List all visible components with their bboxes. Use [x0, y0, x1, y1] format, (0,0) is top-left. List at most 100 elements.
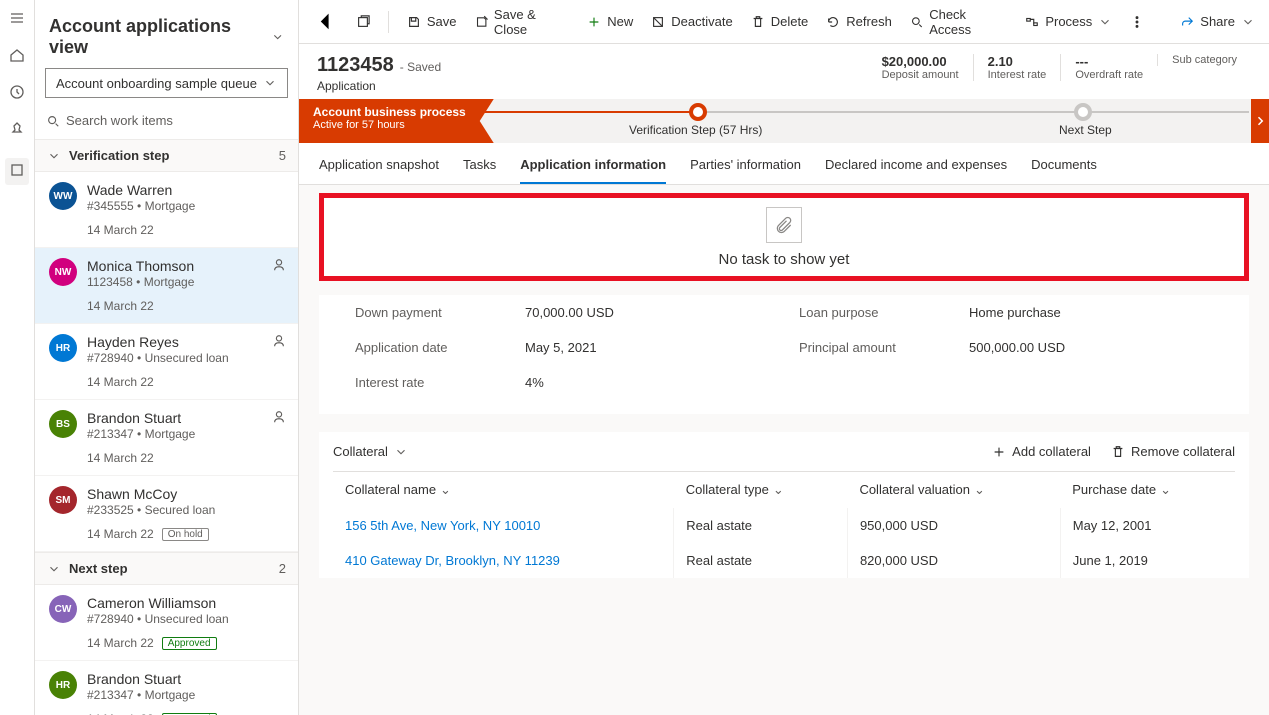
- search-placeholder: Search work items: [66, 113, 173, 128]
- work-item-date: 14 March 22: [87, 299, 154, 313]
- tab-income[interactable]: Declared income and expenses: [825, 153, 1007, 184]
- section-title[interactable]: Collateral: [333, 444, 408, 459]
- group-verification[interactable]: Verification step 5: [35, 139, 298, 172]
- refresh-button[interactable]: Refresh: [826, 14, 892, 29]
- work-item-date: 14 March 22: [87, 527, 154, 541]
- recent-icon[interactable]: [9, 84, 25, 103]
- bpf-badge[interactable]: Account business process Active for 57 h…: [299, 99, 494, 143]
- work-item-name: Cameron Williamson: [87, 595, 286, 611]
- avatar: HR: [49, 334, 77, 362]
- bpf-stage-next[interactable]: [1074, 103, 1092, 121]
- work-item-date: 14 March 22: [87, 375, 154, 389]
- work-item[interactable]: NW Monica Thomson 1123458 • Mortgage 14 …: [35, 248, 298, 324]
- chevron-down-icon: [271, 30, 284, 44]
- work-item[interactable]: CW Cameron Williamson #728940 • Unsecure…: [35, 585, 298, 661]
- assign-icon[interactable]: [272, 258, 286, 272]
- chevron-down-icon: [47, 149, 61, 163]
- back-button[interactable]: [313, 9, 338, 35]
- table-row[interactable]: 156 5th Ave, New York, NY 10010 Real ast…: [333, 508, 1235, 543]
- collateral-link[interactable]: 410 Gateway Dr, Brooklyn, NY 11239: [345, 553, 560, 568]
- home-icon[interactable]: [9, 47, 25, 66]
- cell: Real astate: [674, 543, 848, 578]
- work-queue-sidebar: Account applications view Account onboar…: [35, 0, 299, 715]
- work-item[interactable]: BS Brandon Stuart #213347 • Mortgage 14 …: [35, 400, 298, 476]
- work-item-meta: #233525 • Secured loan: [87, 503, 286, 517]
- delete-button[interactable]: Delete: [751, 14, 809, 29]
- avatar: WW: [49, 182, 77, 210]
- assign-icon[interactable]: [272, 410, 286, 424]
- work-item-meta: #728940 • Unsecured loan: [87, 612, 286, 626]
- work-item-meta: #345555 • Mortgage: [87, 199, 286, 213]
- col-header[interactable]: Purchase date⌄: [1060, 472, 1235, 509]
- work-item-date: 14 March 22: [87, 223, 154, 237]
- bpf-stage-label: Next Step: [1059, 123, 1112, 137]
- work-item-meta: #213347 • Mortgage: [87, 688, 286, 702]
- assign-icon[interactable]: [272, 334, 286, 348]
- field-value[interactable]: May 5, 2021: [525, 340, 769, 355]
- paperclip-icon: [766, 207, 802, 243]
- remove-collateral-button[interactable]: Remove collateral: [1111, 444, 1235, 459]
- field-value[interactable]: Home purchase: [969, 305, 1213, 320]
- kpi-bar: $20,000.00Deposit amount 2.10Interest ra…: [868, 54, 1251, 81]
- pin-icon[interactable]: [9, 121, 25, 140]
- work-item[interactable]: HR Hayden Reyes #728940 • Unsecured loan…: [35, 324, 298, 400]
- command-bar: Save Save & Close New Deactivate Delete …: [299, 0, 1269, 44]
- work-item[interactable]: HR Brandon Stuart #213347 • Mortgage 14 …: [35, 661, 298, 715]
- queue-select[interactable]: Account onboarding sample queue: [45, 68, 288, 98]
- tab-documents[interactable]: Documents: [1031, 153, 1097, 184]
- field-value[interactable]: 4%: [525, 375, 769, 390]
- chevron-down-icon: [263, 76, 277, 90]
- table-row[interactable]: 410 Gateway Dr, Brooklyn, NY 11239 Real …: [333, 543, 1235, 578]
- col-header[interactable]: Collateral valuation⌄: [847, 472, 1060, 509]
- work-item[interactable]: WW Wade Warren #345555 • Mortgage 14 Mar…: [35, 172, 298, 248]
- new-button[interactable]: New: [587, 14, 633, 29]
- field-label: Principal amount: [799, 340, 939, 355]
- bpf-next-button[interactable]: [1251, 99, 1269, 143]
- work-item-name: Wade Warren: [87, 182, 286, 198]
- open-new-window-button[interactable]: [356, 15, 370, 29]
- collateral-link[interactable]: 156 5th Ave, New York, NY 10010: [345, 518, 540, 533]
- record-main: Save Save & Close New Deactivate Delete …: [299, 0, 1269, 715]
- avatar: CW: [49, 595, 77, 623]
- add-collateral-button[interactable]: Add collateral: [992, 444, 1091, 459]
- cell: 820,000 USD: [847, 543, 1060, 578]
- cell: Real astate: [674, 508, 848, 543]
- work-item-date: 14 March 22: [87, 636, 154, 650]
- save-button[interactable]: Save: [407, 14, 457, 29]
- more-button[interactable]: [1130, 15, 1144, 29]
- avatar: NW: [49, 258, 77, 286]
- tab-snapshot[interactable]: Application snapshot: [319, 153, 439, 184]
- record-saved-label: - Saved: [400, 60, 441, 74]
- kpi: Sub category: [1157, 54, 1251, 66]
- search-icon: [46, 114, 60, 128]
- bpf-stage-current[interactable]: [689, 103, 707, 121]
- record-entity: Application: [317, 79, 441, 93]
- field-value[interactable]: 70,000.00 USD: [525, 305, 769, 320]
- work-item-list: Verification step 5 WW Wade Warren #3455…: [35, 139, 298, 715]
- share-button[interactable]: Share: [1180, 14, 1255, 29]
- view-title[interactable]: Account applications view: [35, 0, 298, 68]
- work-item-date: 14 March 22: [87, 451, 154, 465]
- tab-parties[interactable]: Parties' information: [690, 153, 801, 184]
- field-label: Interest rate: [355, 375, 495, 390]
- collateral-section: Collateral Add collateral Remove collate…: [319, 432, 1249, 578]
- process-button[interactable]: Process: [1025, 14, 1112, 29]
- application-fields: Down payment 70,000.00 USD Loan purpose …: [319, 295, 1249, 414]
- cell: May 12, 2001: [1060, 508, 1235, 543]
- hamburger-icon[interactable]: [9, 10, 25, 29]
- save-close-button[interactable]: Save & Close: [475, 7, 570, 37]
- col-header[interactable]: Collateral name⌄: [333, 472, 674, 509]
- field-value[interactable]: 500,000.00 USD: [969, 340, 1213, 355]
- group-label: Next step: [69, 561, 128, 576]
- check-access-button[interactable]: Check Access: [910, 7, 1008, 37]
- col-header[interactable]: Collateral type⌄: [674, 472, 848, 509]
- search-input[interactable]: Search work items: [45, 108, 288, 133]
- tab-application-information[interactable]: Application information: [520, 153, 666, 184]
- group-next[interactable]: Next step 2: [35, 552, 298, 585]
- tab-tasks[interactable]: Tasks: [463, 153, 496, 184]
- deactivate-button[interactable]: Deactivate: [651, 14, 732, 29]
- app-module-icon[interactable]: [5, 158, 29, 185]
- work-item-name: Brandon Stuart: [87, 671, 286, 687]
- work-item[interactable]: SM Shawn McCoy #233525 • Secured loan 14…: [35, 476, 298, 552]
- work-item-meta: #728940 • Unsecured loan: [87, 351, 286, 365]
